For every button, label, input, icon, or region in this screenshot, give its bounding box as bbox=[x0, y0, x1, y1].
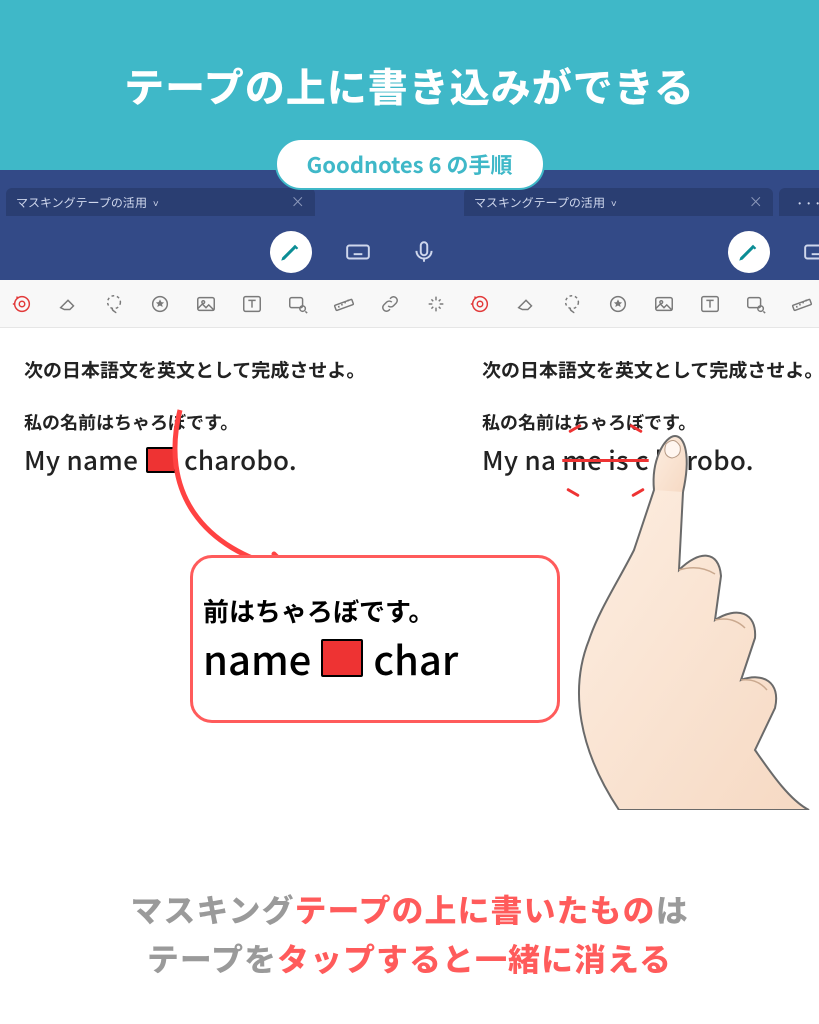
stamp-tool-icon[interactable] bbox=[604, 290, 632, 318]
en-before: My name bbox=[24, 441, 138, 478]
tap-burst-icon: me is c bbox=[562, 441, 648, 478]
ruler-tool-icon[interactable] bbox=[788, 290, 816, 318]
doc-sentence-en: My name is charobo. bbox=[482, 441, 819, 478]
text-tool-icon[interactable] bbox=[696, 290, 724, 318]
masking-tape-square bbox=[321, 639, 363, 677]
keyboard-mode-button[interactable] bbox=[796, 232, 819, 272]
banner-title: テープの上に書き込みができる bbox=[124, 56, 695, 114]
cap-1a: マスキング bbox=[130, 886, 294, 932]
tab-notebook[interactable]: マスキングテープの活用 ˅ × bbox=[6, 188, 315, 216]
goodnotes-pill: Goodnotes 6 の手順 bbox=[275, 138, 545, 190]
doc-sentence-en: My name charobo. bbox=[24, 441, 438, 478]
tool-row-right bbox=[458, 280, 819, 328]
eraser-tool-icon[interactable] bbox=[512, 290, 540, 318]
cap-1b: テープの上に書いたもの bbox=[294, 886, 655, 932]
close-icon[interactable]: × bbox=[749, 192, 763, 212]
caption-line2: テープをタップすると一緒に消える bbox=[0, 934, 819, 984]
zoom-callout: 前はちゃろぼです。 name char bbox=[190, 555, 560, 723]
chevron-down-icon[interactable]: ˅ bbox=[611, 195, 617, 210]
doc-instruction: 次の日本語文を英文として完成させよ。 bbox=[482, 356, 819, 383]
caption-line1: マスキングテープの上に書いたものは bbox=[0, 885, 819, 935]
cap-2b: タップすると一緒に消える bbox=[277, 935, 672, 981]
en-part-b: me is c bbox=[562, 441, 648, 478]
en-part-c: harobo. bbox=[655, 441, 754, 478]
tab-notebook[interactable]: マスキングテープの活用 ˅ × bbox=[464, 188, 773, 216]
keyboard-mode-button[interactable] bbox=[338, 232, 378, 272]
zoom-b: char bbox=[373, 629, 458, 687]
image-tool-icon[interactable] bbox=[650, 290, 678, 318]
search-image-tool-icon[interactable] bbox=[284, 290, 312, 318]
more-tab[interactable]: ··· bbox=[779, 188, 819, 216]
doc-instruction: 次の日本語文を英文として完成させよ。 bbox=[24, 356, 438, 383]
tape-tool-icon[interactable] bbox=[466, 290, 494, 318]
en-after: charobo. bbox=[184, 441, 297, 478]
zoom-line1: 前はちゃろぼです。 bbox=[203, 592, 557, 629]
text-tool-icon[interactable] bbox=[238, 290, 266, 318]
tool-row-left bbox=[0, 280, 458, 328]
tape-tool-icon[interactable] bbox=[8, 290, 36, 318]
lasso-tool-icon[interactable] bbox=[100, 290, 128, 318]
sparkle-tool-icon[interactable] bbox=[422, 290, 450, 318]
zoom-a: name bbox=[203, 629, 311, 687]
eraser-tool-icon[interactable] bbox=[54, 290, 82, 318]
tab-title: マスキングテープの活用 bbox=[16, 194, 147, 211]
pen-mode-button[interactable] bbox=[728, 231, 770, 273]
caption: マスキングテープの上に書いたものは テープをタップすると一緒に消える bbox=[0, 885, 819, 984]
lasso-tool-icon[interactable] bbox=[558, 290, 586, 318]
pill-wrap: Goodnotes 6 の手順 bbox=[0, 138, 819, 190]
doc-sentence-jp: 私の名前はちゃろぼです。 bbox=[24, 409, 438, 435]
doc-sentence-jp: 私の名前はちゃろぼです。 bbox=[482, 409, 819, 435]
zoom-line2: name char bbox=[203, 629, 557, 687]
image-tool-icon[interactable] bbox=[192, 290, 220, 318]
stamp-tool-icon[interactable] bbox=[146, 290, 174, 318]
pen-mode-button[interactable] bbox=[270, 231, 312, 273]
masking-tape-square[interactable] bbox=[146, 447, 176, 473]
link-tool-icon[interactable] bbox=[376, 290, 404, 318]
en-part-a: My na bbox=[482, 441, 556, 478]
chevron-down-icon[interactable]: ˅ bbox=[153, 195, 159, 210]
close-icon[interactable]: × bbox=[291, 192, 305, 212]
cap-1c: は bbox=[656, 886, 689, 932]
mic-mode-button[interactable] bbox=[404, 232, 444, 272]
ruler-tool-icon[interactable] bbox=[330, 290, 358, 318]
mode-row-right bbox=[458, 228, 819, 280]
search-image-tool-icon[interactable] bbox=[742, 290, 770, 318]
cap-2a: テープを bbox=[147, 935, 277, 981]
tab-title: マスキングテープの活用 bbox=[474, 194, 605, 211]
mode-row-left bbox=[0, 228, 458, 280]
